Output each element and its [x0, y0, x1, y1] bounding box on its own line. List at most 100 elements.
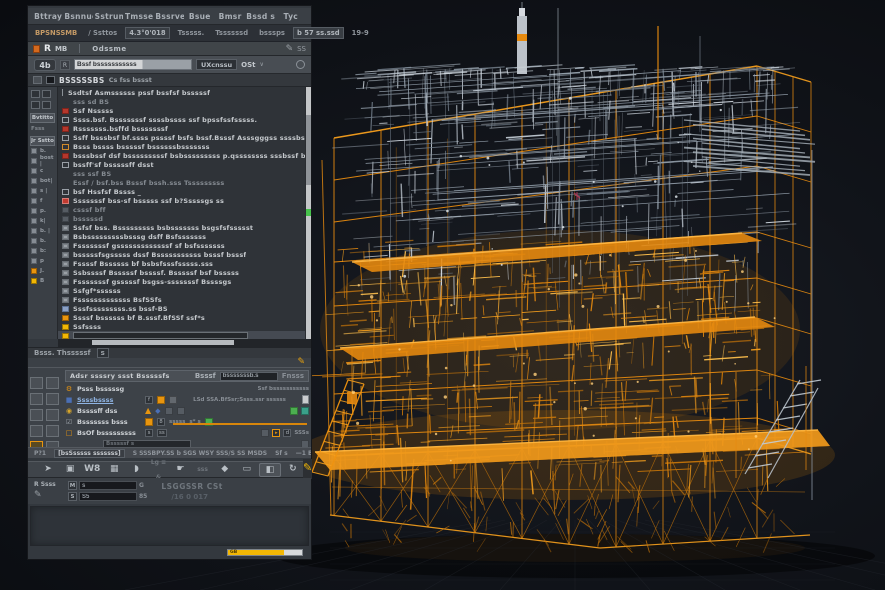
rail-item[interactable]: s |: [31, 186, 57, 196]
mini-chip[interactable]: s: [145, 429, 153, 437]
mini-chip[interactable]: d: [283, 429, 291, 437]
menu-item[interactable]: Bsnnue: [64, 12, 92, 21]
target-circle-icon[interactable]: [296, 60, 305, 69]
menu-item[interactable]: Sstrum: [95, 12, 123, 21]
tree-row[interactable]: Ssf Nsssss: [58, 106, 305, 115]
menu-item[interactable]: Tyc: [277, 12, 305, 21]
tree-row[interactable]: Rsssssss.bsffd bsssssssf: [58, 124, 305, 133]
path-right-group[interactable]: ✎ SS: [286, 45, 306, 53]
rail-item[interactable]: k|: [31, 216, 57, 226]
mini-chip[interactable]: f: [145, 396, 153, 404]
tree-row[interactable]: Fssssf Bssssss bf bsbsfsssfsssss.sss: [58, 259, 305, 268]
property-row[interactable]: ⚙Psss bsssssgSsf bsssssssssss: [65, 383, 309, 394]
settings-pencil-icon[interactable]: ✎: [34, 491, 62, 499]
tab-item[interactable]: BPSNSSMB: [32, 28, 80, 38]
edit-slash-icon[interactable]: ✎: [286, 45, 294, 53]
tree-row[interactable]: Ssss.bsf. Bsssssssf ssssbssss ssf bpssfs…: [58, 115, 305, 124]
tab-item[interactable]: 4.3°0'018: [125, 27, 169, 39]
search-dropdown[interactable]: UXcnssu: [196, 59, 237, 70]
hscrollbar-thumb[interactable]: [92, 340, 234, 345]
menu-item[interactable]: Bmsr: [216, 12, 244, 21]
scope-badge[interactable]: R: [60, 60, 70, 70]
mini-chip[interactable]: ss: [157, 429, 167, 437]
rail-item[interactable]: p: [31, 256, 57, 266]
tab-item[interactable]: / Ssttos: [85, 28, 120, 38]
menu-item[interactable]: Tmsse: [125, 12, 153, 21]
tree-row[interactable]: Ssfgf*ssssss: [58, 286, 305, 295]
tool-grid-cell[interactable]: [46, 377, 59, 389]
tree-row[interactable]: sss ssf BS: [58, 169, 305, 178]
cursor-icon[interactable]: ➤: [38, 462, 58, 477]
tree-footer-box[interactable]: s: [97, 348, 109, 358]
document-icon[interactable]: [302, 395, 309, 404]
tree-row[interactable]: bsssssfsgsssss dssf Bsssssssssss bsssf b…: [58, 250, 305, 259]
rail-item[interactable]: b.: [31, 236, 57, 246]
rail-item[interactable]: b:: [31, 246, 57, 256]
property-row[interactable]: ☑Bsssssss bsss8ssssss* s: [65, 416, 309, 427]
scrollbar-thumb[interactable]: [306, 115, 311, 185]
tool-grid-cell[interactable]: [30, 377, 43, 389]
tree-row[interactable]: Fsssssssf gsssssf bsgss-sssssssf Bssssgs: [58, 277, 305, 286]
menu-item[interactable]: Bssd so: [246, 12, 274, 21]
tree-row[interactable]: Bsbsssssssssbsssg dsff Bsfsssssss: [58, 232, 305, 241]
binoculars-icon[interactable]: W8: [82, 462, 102, 477]
tree-row[interactable]: Ssdtsf Asmssssss pssf bssfsf bsssssf: [58, 88, 305, 97]
menu-item[interactable]: Bsue: [186, 12, 214, 21]
tree-row[interactable]: bsssssd: [58, 214, 305, 223]
orange-frame-swatch[interactable]: ▸: [272, 429, 280, 437]
rail-item[interactable]: bot|: [31, 176, 57, 186]
grid-icon[interactable]: ▦: [104, 462, 124, 477]
tool-grid-cell[interactable]: [46, 409, 59, 421]
tool-grid-cell[interactable]: [46, 425, 59, 437]
monitor-icon[interactable]: ▭: [237, 462, 257, 477]
tree-row[interactable]: [58, 331, 305, 339]
tree-row[interactable]: Essf / bsf.bss Bsssf bssh.sss Tsssssssss: [58, 178, 305, 187]
tree-row[interactable]: bsssbssf dsf bsssssssssf bsbsssssssss p.…: [58, 151, 305, 160]
back-nav-button[interactable]: 4b: [34, 59, 56, 71]
inline-edit-field[interactable]: [73, 332, 248, 339]
status-bracket[interactable]: [bsSsssss sssssss]: [54, 449, 125, 458]
brush-icon[interactable]: ◗: [126, 462, 146, 477]
mini-chip[interactable]: 8: [157, 418, 165, 426]
menu-item[interactable]: Bssrve: [155, 12, 183, 21]
rail-item[interactable]: p.: [31, 206, 57, 216]
image-frame-icon[interactable]: ▣: [60, 462, 80, 477]
annotate-pencil-icon[interactable]: ✎: [303, 459, 312, 479]
properties-input[interactable]: [220, 372, 278, 381]
property-row[interactable]: □BsOf bssssssssssss▸dSSSs: [65, 427, 309, 438]
edit-pencil-icon[interactable]: ✎: [297, 358, 305, 366]
rail-cell-icon[interactable]: [31, 90, 40, 98]
tab-item[interactable]: 19-9: [349, 28, 372, 38]
hand-icon[interactable]: ☛: [170, 462, 190, 477]
settings-input[interactable]: [79, 492, 137, 501]
color-swatch[interactable]: [261, 429, 269, 437]
search-input[interactable]: [74, 59, 192, 70]
settings-input[interactable]: [79, 481, 137, 490]
search-mode[interactable]: OSt: [241, 61, 255, 69]
rail-item[interactable]: B: [31, 276, 57, 286]
tree-row[interactable]: bssff'sf bsssssff dsst: [58, 160, 305, 169]
color-swatch[interactable]: [145, 418, 153, 426]
color-swatch[interactable]: [165, 407, 173, 415]
path-section[interactable]: Odssme: [92, 45, 126, 53]
color-swatch[interactable]: [290, 407, 298, 415]
tab-item[interactable]: bsssps: [256, 28, 288, 38]
rail-item[interactable]: J.: [31, 266, 57, 276]
tree-row[interactable]: Ssssf bssssss bf B.sssf.BfSSf ssf*s: [58, 313, 305, 322]
tree-row[interactable]: Ssbssssf Bsssssf bssssf. Bsssssf bsf bss…: [58, 268, 305, 277]
property-row[interactable]: ◉Bssssff dss▲◆: [65, 405, 309, 416]
rail-item[interactable]: bost |: [31, 156, 57, 166]
tree-row[interactable]: Fsssssssf gsssssssssssssf sf bsfsssssss: [58, 241, 305, 250]
menu-item[interactable]: Bttray: [34, 12, 62, 21]
tree-row[interactable]: Bsss bssss bsssssf bssssssbsssssss: [58, 142, 305, 151]
refresh-icon[interactable]: ↻: [283, 462, 303, 477]
kite-icon[interactable]: ◆: [215, 462, 235, 477]
tree-row[interactable]: Sssssssf bss-sf bsssss ssf b?Sssssgs ss: [58, 196, 305, 205]
tool-grid-cell[interactable]: [30, 425, 43, 437]
rail-item[interactable]: c: [31, 166, 57, 176]
vertical-scrollbar[interactable]: [305, 87, 311, 339]
tab-item[interactable]: b 57 ss.ssd: [293, 27, 344, 39]
tree-row[interactable]: bsf Hssfsf Bssss _: [58, 187, 305, 196]
tab-item[interactable]: Tsssss.: [175, 28, 208, 38]
rail-cell-icon[interactable]: [42, 90, 51, 98]
